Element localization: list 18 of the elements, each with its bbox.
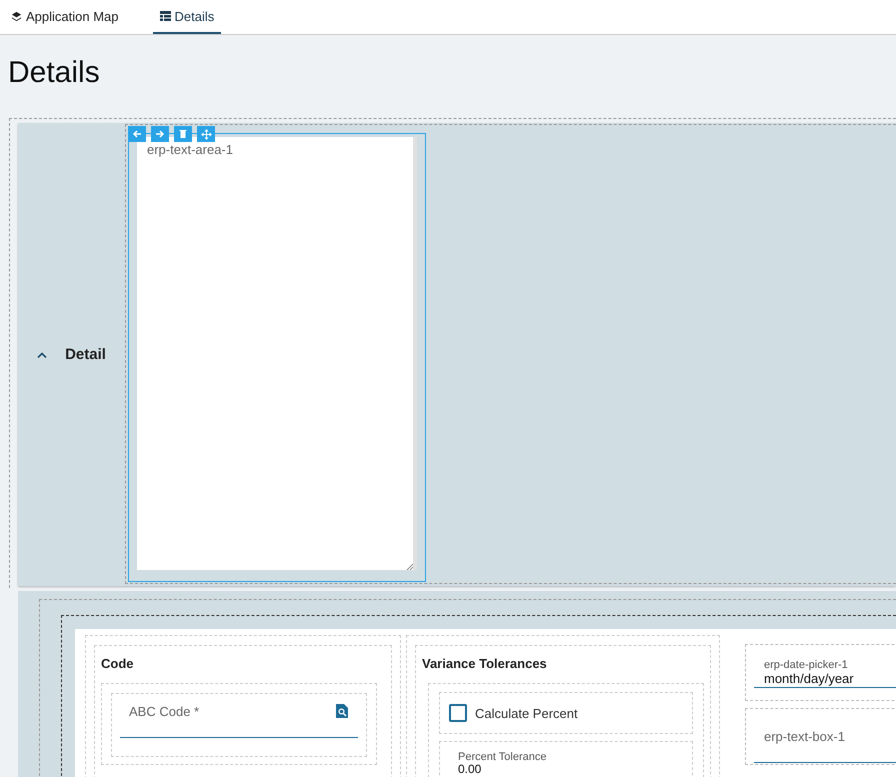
arrow-left-icon[interactable]: [128, 126, 146, 142]
search-icon[interactable]: [335, 704, 348, 718]
move-icon[interactable]: [197, 126, 215, 142]
chevron-up-icon[interactable]: [37, 352, 48, 358]
checkbox-label: Calculate Percent: [475, 706, 578, 720]
checkbox[interactable]: [449, 704, 467, 722]
page-title: Details: [7, 55, 100, 91]
tab[interactable]: Application Map: [3, 0, 126, 34]
layers-icon: [11, 10, 22, 22]
section-title: Detail: [65, 346, 106, 363]
text-area[interactable]: erp-text-area-1: [137, 137, 417, 570]
arrow-right-icon[interactable]: [151, 126, 169, 142]
tab[interactable]: Details: [152, 0, 222, 34]
table-icon: [160, 11, 170, 21]
trash-icon[interactable]: [174, 126, 192, 142]
card-title: Variance Tolerances: [422, 656, 547, 671]
card-title: Code: [101, 656, 134, 671]
resize-grip-icon[interactable]: [406, 563, 413, 570]
